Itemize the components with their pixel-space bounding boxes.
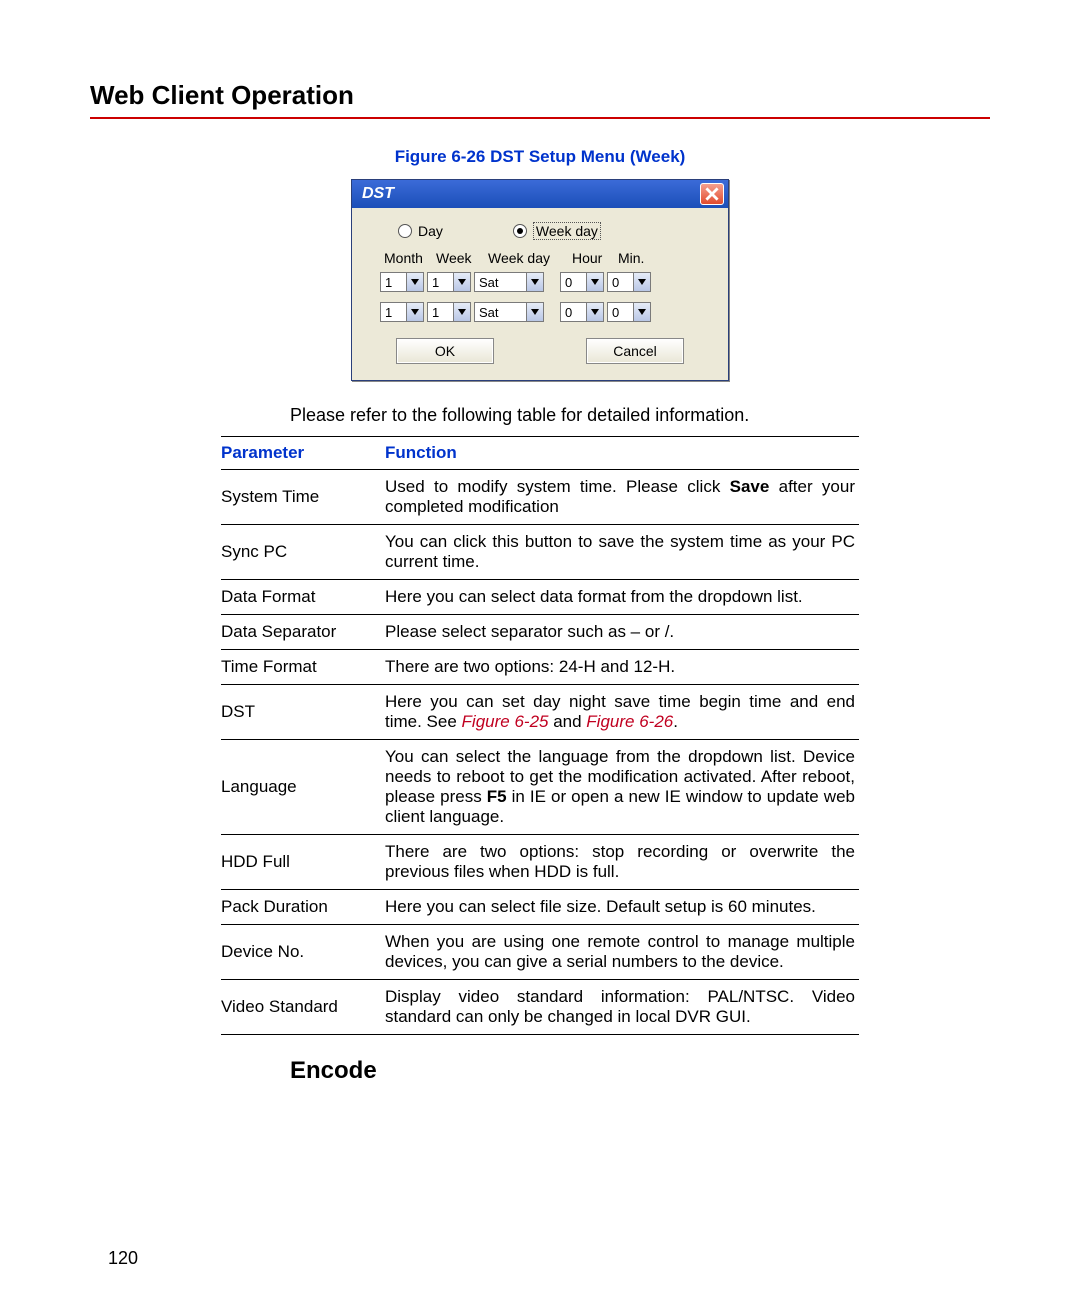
chevron-down-icon xyxy=(633,273,650,291)
page-number: 120 xyxy=(108,1248,138,1269)
chevron-down-icon xyxy=(526,303,543,321)
th-function: Function xyxy=(385,437,859,470)
func-cell: You can click this button to save the sy… xyxy=(385,525,859,580)
header-month: Month xyxy=(384,250,430,266)
radio-day-label: Day xyxy=(418,223,443,239)
func-cell: Used to modify system time. Please click… xyxy=(385,470,859,525)
parameter-table: Parameter Function System Time Used to m… xyxy=(221,436,859,1035)
start-min-select[interactable]: 0 xyxy=(607,272,651,292)
func-cell: When you are using one remote control to… xyxy=(385,925,859,980)
param-cell: Video Standard xyxy=(221,980,385,1035)
page-title: Web Client Operation xyxy=(90,80,990,111)
dst-dialog: DST Day Week day Month xyxy=(351,179,729,381)
close-button[interactable] xyxy=(700,183,724,205)
func-cell: Display video standard information: PAL/… xyxy=(385,980,859,1035)
param-cell: Time Format xyxy=(221,650,385,685)
chevron-down-icon xyxy=(526,273,543,291)
param-cell: Device No. xyxy=(221,925,385,980)
param-cell: DST xyxy=(221,685,385,740)
end-week-select[interactable]: 1 xyxy=(427,302,471,322)
table-row: DST Here you can set day night save time… xyxy=(221,685,859,740)
func-cell: Here you can set day night save time beg… xyxy=(385,685,859,740)
end-row: 1 1 Sat 0 0 xyxy=(380,302,704,322)
header-hour: Hour xyxy=(572,250,612,266)
param-cell: Sync PC xyxy=(221,525,385,580)
table-row: Data Format Here you can select data for… xyxy=(221,580,859,615)
header-weekday: Week day xyxy=(488,250,566,266)
start-month-select[interactable]: 1 xyxy=(380,272,424,292)
param-cell: System Time xyxy=(221,470,385,525)
figure-ref: Figure 6-25 xyxy=(462,712,549,731)
param-cell: Language xyxy=(221,740,385,835)
table-row: Video Standard Display video standard in… xyxy=(221,980,859,1035)
dialog-title-text: DST xyxy=(362,185,394,203)
start-row: 1 1 Sat 0 0 xyxy=(380,272,704,292)
func-cell: Here you can select file size. Default s… xyxy=(385,890,859,925)
chevron-down-icon xyxy=(406,303,423,321)
end-hour-select[interactable]: 0 xyxy=(560,302,604,322)
header-week: Week xyxy=(436,250,482,266)
table-row: Time Format There are two options: 24-H … xyxy=(221,650,859,685)
intro-text: Please refer to the following table for … xyxy=(290,405,749,426)
table-row: Sync PC You can click this button to sav… xyxy=(221,525,859,580)
table-row: Pack Duration Here you can select file s… xyxy=(221,890,859,925)
close-icon xyxy=(705,187,719,201)
func-cell: There are two options: 24-H and 12-H. xyxy=(385,650,859,685)
radio-icon xyxy=(513,224,527,238)
end-month-select[interactable]: 1 xyxy=(380,302,424,322)
dialog-titlebar: DST xyxy=(352,180,728,208)
radio-icon xyxy=(398,224,412,238)
start-week-select[interactable]: 1 xyxy=(427,272,471,292)
section-heading-encode: Encode xyxy=(290,1057,990,1085)
figure-caption: Figure 6-26 DST Setup Menu (Week) xyxy=(395,147,686,167)
chevron-down-icon xyxy=(453,303,470,321)
chevron-down-icon xyxy=(586,273,603,291)
start-hour-select[interactable]: 0 xyxy=(560,272,604,292)
func-cell: You can select the language from the dro… xyxy=(385,740,859,835)
param-cell: HDD Full xyxy=(221,835,385,890)
radio-weekday-label: Week day xyxy=(533,222,601,240)
column-headers: Month Week Week day Hour Min. xyxy=(384,250,704,266)
func-cell: Please select separator such as – or /. xyxy=(385,615,859,650)
radio-day[interactable]: Day xyxy=(398,223,443,239)
func-cell: Here you can select data format from the… xyxy=(385,580,859,615)
param-cell: Data Format xyxy=(221,580,385,615)
title-rule xyxy=(90,117,990,119)
ok-button[interactable]: OK xyxy=(396,338,494,364)
header-min: Min. xyxy=(618,250,652,266)
table-row: System Time Used to modify system time. … xyxy=(221,470,859,525)
radio-weekday[interactable]: Week day xyxy=(513,222,601,240)
table-row: Device No. When you are using one remote… xyxy=(221,925,859,980)
end-min-select[interactable]: 0 xyxy=(607,302,651,322)
param-cell: Data Separator xyxy=(221,615,385,650)
param-cell: Pack Duration xyxy=(221,890,385,925)
start-weekday-select[interactable]: Sat xyxy=(474,272,544,292)
chevron-down-icon xyxy=(586,303,603,321)
th-parameter: Parameter xyxy=(221,437,385,470)
chevron-down-icon xyxy=(633,303,650,321)
chevron-down-icon xyxy=(406,273,423,291)
table-row: Language You can select the language fro… xyxy=(221,740,859,835)
func-cell: There are two options: stop recording or… xyxy=(385,835,859,890)
cancel-button[interactable]: Cancel xyxy=(586,338,684,364)
chevron-down-icon xyxy=(453,273,470,291)
end-weekday-select[interactable]: Sat xyxy=(474,302,544,322)
table-row: HDD Full There are two options: stop rec… xyxy=(221,835,859,890)
figure-ref: Figure 6-26 xyxy=(586,712,673,731)
table-row: Data Separator Please select separator s… xyxy=(221,615,859,650)
